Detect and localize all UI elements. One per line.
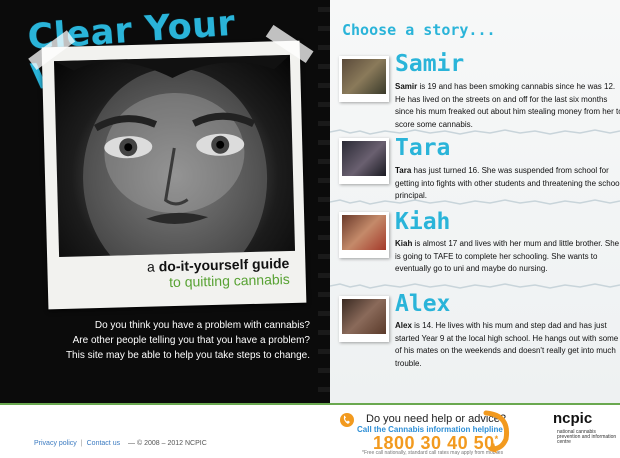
- story-name[interactable]: Tara: [395, 136, 450, 160]
- story-description: Kiah is almost 17 and lives with her mum…: [395, 238, 620, 276]
- story-photo: [342, 299, 386, 334]
- story-thumbnail[interactable]: [339, 296, 389, 342]
- story-bold-name: Kiah: [395, 239, 413, 248]
- privacy-policy-link[interactable]: Privacy policy: [34, 440, 77, 447]
- intro-line: Do you think you have a problem with can…: [94, 320, 310, 331]
- story-name[interactable]: Samir: [395, 52, 464, 76]
- stories-heading: Choose a story...: [342, 21, 496, 39]
- copyright: — © 2008 – 2012 NCPIC: [128, 440, 207, 447]
- ncpic-logo[interactable]: ncpic: [553, 410, 592, 427]
- story-text: has just turned 16. She was suspended fr…: [395, 166, 620, 200]
- hero-polaroid: a do-it-yourself guide to quitting canna…: [28, 24, 314, 310]
- story-thumbnail[interactable]: [339, 212, 389, 258]
- phone-icon: [340, 413, 354, 427]
- story-photo: [342, 215, 386, 250]
- ncpic-tagline: national cannabis prevention and informa…: [557, 429, 617, 445]
- intro-line: This site may be able to help you take s…: [65, 350, 310, 361]
- story-bold-name: Tara: [395, 166, 412, 175]
- guide-subtitle: to quitting cannabis: [168, 271, 290, 291]
- story-description: Tara has just turned 16. She was suspend…: [395, 165, 620, 203]
- story-description: Samir is 19 and has been smoking cannabi…: [395, 81, 620, 131]
- story-bold-name: Samir: [395, 82, 418, 91]
- intro-text: Do you think you have a problem with can…: [20, 318, 310, 363]
- story-bold-name: Alex: [395, 321, 412, 330]
- torn-divider: [330, 283, 620, 289]
- footer-links: Privacy policy | Contact us — © 2008 – 201…: [34, 440, 207, 447]
- story-photo: [342, 141, 386, 176]
- intro-line: Are other people telling you that you ha…: [72, 335, 310, 346]
- footer: Privacy policy | Contact us — © 2008 – 201…: [0, 403, 620, 458]
- story-thumbnail[interactable]: [339, 138, 389, 184]
- story-photo: [342, 59, 386, 94]
- hero-photo: [53, 54, 296, 258]
- guide-caption: a do-it-yourself guide to quitting canna…: [147, 255, 290, 291]
- torn-divider: [330, 199, 620, 205]
- story-name[interactable]: Alex: [395, 292, 450, 316]
- story-text: is 14. He lives with his mum and step da…: [395, 321, 619, 368]
- guide-prefix: a: [146, 258, 159, 275]
- torn-divider: [330, 129, 620, 135]
- story-name[interactable]: Kiah: [395, 210, 450, 234]
- curved-arrow-icon: [483, 410, 510, 453]
- story-text: is 19 and has been smoking cannabis sinc…: [395, 82, 620, 129]
- link-separator: |: [80, 440, 83, 447]
- contact-us-link[interactable]: Contact us: [87, 440, 120, 447]
- hero-panel: Clear Your Vision: [0, 0, 330, 403]
- story-thumbnail[interactable]: [339, 56, 389, 102]
- story-description: Alex is 14. He lives with his mum and st…: [395, 320, 620, 370]
- story-text: is almost 17 and lives with her mum and …: [395, 239, 620, 273]
